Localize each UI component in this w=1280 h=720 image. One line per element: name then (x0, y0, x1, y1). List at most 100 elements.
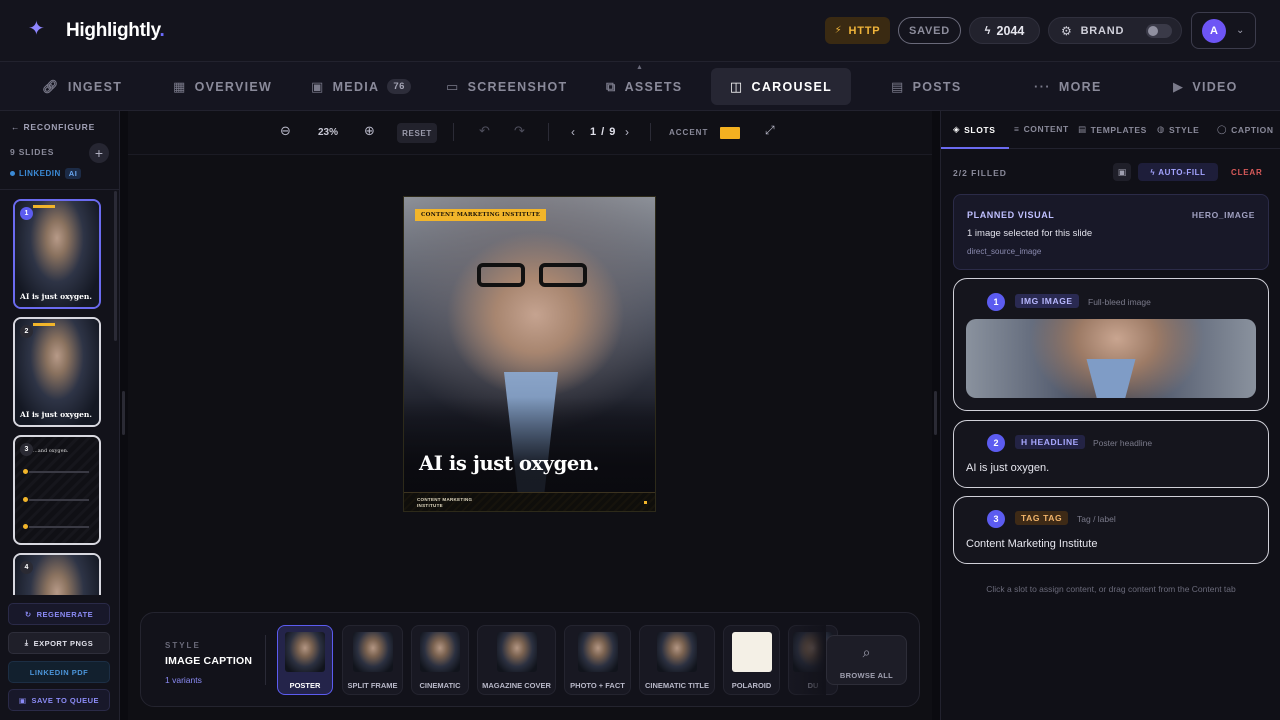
accent-label: ACCENT (669, 128, 709, 137)
tab-overview[interactable]: ▦ OVERVIEW (173, 68, 272, 105)
clear-slots-button[interactable]: CLEAR (1231, 168, 1263, 177)
calendar-icon: ▤ (891, 78, 905, 94)
linkedin-pdf-button[interactable]: LINKEDIN PDF (8, 661, 110, 683)
style-card-cinematic-title[interactable]: CINEMATIC TITLE (639, 625, 715, 695)
style-card-label: PHOTO + FACT (570, 681, 625, 690)
slide-thumbnail-1[interactable]: 1 AI is just oxygen. (13, 199, 101, 309)
lens-left (477, 263, 525, 287)
tab-label: VIDEO (1192, 79, 1238, 94)
save-to-queue-button[interactable]: ▣ SAVE TO QUEUE (8, 689, 110, 711)
slide-preview[interactable]: CONTENT MARKETING INSTITUTE AI is just o… (403, 196, 656, 512)
tab-assets[interactable]: ⧉ ASSETS (606, 68, 682, 105)
user-menu-button[interactable]: A ⌄ (1191, 12, 1256, 49)
export-label: EXPORT PNGS (33, 638, 94, 648)
slot-value: AI is just oxygen. (966, 462, 1050, 474)
plug-icon: ⚡ (834, 25, 843, 36)
slot-number: 1 (987, 293, 1005, 311)
tab-carousel[interactable]: ◫ CAROUSEL (711, 68, 851, 105)
slots-hint-text: Click a slot to assign content, or drag … (986, 584, 1236, 594)
style-card-photo-fact[interactable]: PHOTO + FACT (564, 625, 631, 695)
app-logo[interactable]: Highlightly. (66, 20, 165, 42)
add-slide-button[interactable]: + (89, 143, 109, 163)
style-card-cinematic[interactable]: CINEMATIC (411, 625, 469, 695)
slide-pager: 1 / 9 (590, 126, 617, 138)
reconfigure-link[interactable]: ← RECONFIGURE (11, 122, 95, 132)
right-resize-handle[interactable] (934, 391, 937, 435)
browse-all-button[interactable]: ⌕ BROWSE ALL (826, 635, 907, 685)
tab-content[interactable]: ≡ CONTENT (1014, 124, 1069, 134)
style-card-preview (285, 632, 325, 672)
fullscreen-icon[interactable]: ⤢ (765, 123, 775, 138)
tab-posts[interactable]: ▤ POSTS (891, 68, 961, 105)
slot-headline[interactable]: 2 H HEADLINE Poster headline AI is just … (953, 420, 1269, 488)
brand-label: BRAND (1080, 24, 1125, 37)
slide-thumbnail-3[interactable]: 3 ...and oxygen. (13, 435, 101, 545)
left-resize-handle[interactable] (122, 391, 125, 435)
bullet-line (29, 471, 89, 473)
style-section-label: STYLE (165, 641, 201, 650)
image-picker-button[interactable]: ▣ (1113, 163, 1131, 181)
tab-label: MORE (1058, 79, 1102, 94)
slide-number: 4 (20, 561, 33, 574)
slot-type-badge: H HEADLINE (1015, 435, 1085, 449)
tab-slots[interactable]: ◈ SLOTS (953, 124, 995, 135)
slot-number: 3 (987, 510, 1005, 528)
zoom-out-icon[interactable]: ⊖ (280, 123, 291, 139)
undo-icon[interactable]: ↶ (479, 123, 490, 139)
style-card-split-frame[interactable]: SPLIT FRAME (342, 625, 403, 695)
slide-thumbnail-4[interactable]: 4 (13, 553, 101, 595)
sparkle-logo-icon: ✦ (28, 18, 45, 40)
slide-thumbnail-2[interactable]: 2 AI is just oxygen. (13, 317, 101, 427)
tab-ingest[interactable]: 🔗︎ INGEST (42, 68, 122, 105)
brand-toggle-switch[interactable] (1146, 23, 1173, 38)
saved-status-button[interactable]: SAVED (898, 17, 961, 44)
next-slide-icon[interactable]: › (625, 125, 629, 139)
avatar: A (1202, 18, 1226, 43)
sidebar-scrollbar[interactable] (114, 191, 117, 341)
tab-video[interactable]: ▶︎ VIDEO (1173, 68, 1238, 105)
style-card-poster[interactable]: POSTER (277, 625, 333, 695)
zoom-in-icon[interactable]: ⊕ (364, 123, 375, 139)
slot-tag[interactable]: 3 TAG TAG Tag / label Content Marketing … (953, 496, 1269, 564)
brand-toggle-control[interactable]: ⚙ BRAND (1048, 17, 1182, 44)
speech-bubble-icon: ◯ (1217, 124, 1228, 134)
style-card-magazine-cover[interactable]: MAGAZINE COVER (477, 625, 556, 695)
redo-icon[interactable]: ↷ (514, 123, 525, 139)
style-card-preview (731, 632, 772, 672)
slot-value: Content Marketing Institute (966, 538, 1098, 550)
photo-glasses-shape (477, 263, 589, 287)
tab-media[interactable]: ▣ MEDIA 76 (311, 68, 411, 105)
planned-visual-kind: HERO_IMAGE (1191, 210, 1255, 220)
tab-screenshot[interactable]: ▭ SCREENSHOT (446, 68, 567, 105)
prev-slide-icon[interactable]: ‹ (571, 125, 575, 139)
accent-color-swatch[interactable] (720, 127, 740, 139)
tab-templates[interactable]: ▤ TEMPLATES (1078, 124, 1147, 135)
panel-tabs: ◈ SLOTS ≡ CONTENT ▤ TEMPLATES ◍ STYLE ◯ CAPTI… (941, 111, 1280, 149)
tab-label: TEMPLATES (1090, 124, 1147, 135)
tab-label: POSTS (912, 79, 962, 94)
ai-badge: AI (64, 168, 82, 179)
planned-visual-card: PLANNED VISUAL HERO_IMAGE 1 image select… (953, 194, 1269, 270)
regenerate-button[interactable]: ↻ REGENERATE (8, 603, 110, 625)
tab-style[interactable]: ◍ STYLE (1157, 124, 1199, 135)
tab-caption[interactable]: ◯ CAPTION (1217, 124, 1274, 135)
style-picker-strip: STYLE IMAGE CAPTION 1 variants POSTER SP… (140, 612, 920, 707)
credits-counter[interactable]: ϟ 2044 (969, 17, 1040, 44)
plus-icon: + (94, 145, 104, 161)
reset-zoom-button[interactable]: RESET (397, 123, 437, 143)
link-icon: 🔗︎ (42, 78, 60, 94)
queue-icon: ▣ (18, 695, 27, 705)
tab-more[interactable]: ··· MORE (1034, 68, 1102, 105)
slide-footer-text: CONTENT MARKETING INSTITUTE (417, 497, 473, 508)
http-badge[interactable]: ⚡ HTTP (825, 17, 890, 44)
slot-image[interactable]: 1 IMG IMAGE Full-bleed image (953, 278, 1269, 411)
export-pngs-button[interactable]: ⤓ EXPORT PNGS (8, 632, 110, 654)
style-card-label: SPLIT FRAME (347, 681, 398, 690)
tab-label: CAPTION (1231, 124, 1274, 135)
style-card-polaroid[interactable]: POLAROID (723, 625, 780, 695)
auto-fill-button[interactable]: ϟ AUTO-FILL (1138, 163, 1218, 181)
tab-label: SCREENSHOT (467, 79, 568, 94)
pdf-label: LINKEDIN PDF (29, 667, 89, 677)
platform-label: LINKEDIN (19, 169, 61, 178)
slot-type-badge: TAG TAG (1015, 511, 1069, 525)
